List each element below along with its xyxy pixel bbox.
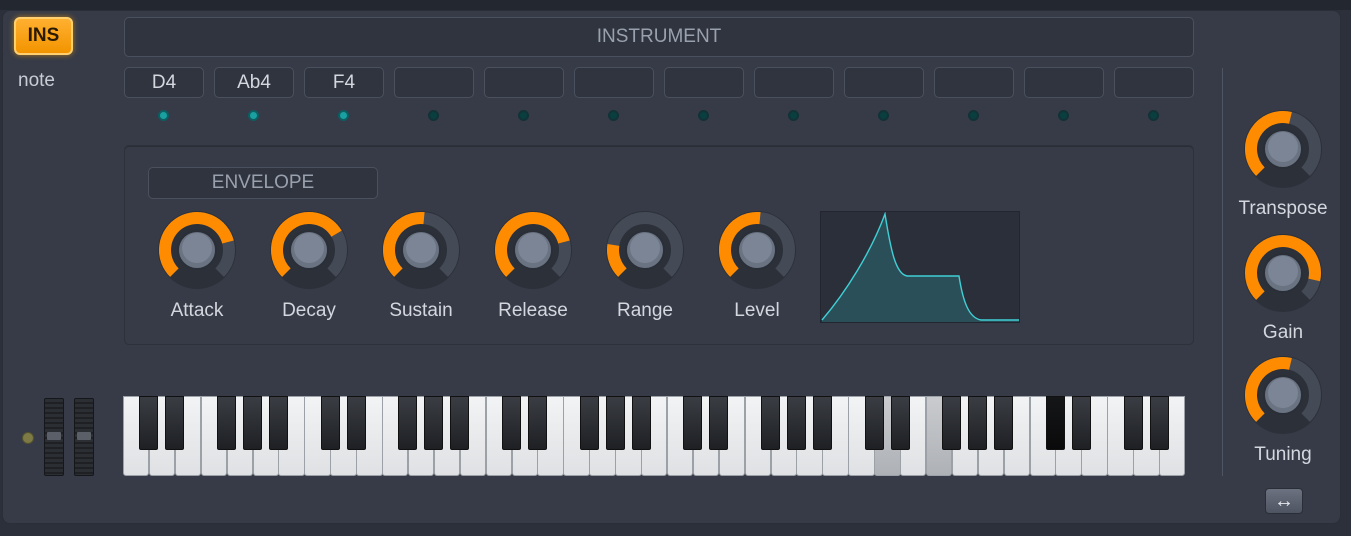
note-label: note bbox=[18, 70, 55, 91]
instrument-title: INSTRUMENT bbox=[124, 17, 1194, 57]
note-slot-5[interactable] bbox=[484, 67, 564, 98]
black-key[interactable] bbox=[398, 396, 418, 450]
black-key[interactable] bbox=[683, 396, 703, 450]
decay-knob[interactable] bbox=[267, 208, 351, 292]
swap-button[interactable]: ↔ bbox=[1265, 488, 1303, 514]
black-key[interactable] bbox=[346, 396, 366, 450]
black-key[interactable] bbox=[890, 396, 910, 450]
midi-indicator-led bbox=[22, 432, 34, 444]
black-key[interactable] bbox=[527, 396, 547, 450]
note-slot-6[interactable] bbox=[574, 67, 654, 98]
note-slot-2[interactable]: Ab4 bbox=[214, 67, 294, 98]
black-key[interactable] bbox=[994, 396, 1014, 450]
side-separator bbox=[1222, 68, 1223, 476]
tuning-knob[interactable] bbox=[1241, 353, 1325, 437]
black-key[interactable] bbox=[1149, 396, 1169, 450]
note-slot-led-5 bbox=[518, 110, 529, 121]
mod-wheel[interactable] bbox=[74, 398, 94, 476]
note-slot-8[interactable] bbox=[754, 67, 834, 98]
note-slot-12[interactable] bbox=[1114, 67, 1194, 98]
black-key[interactable] bbox=[165, 396, 185, 450]
black-key[interactable] bbox=[320, 396, 340, 450]
release-knob[interactable] bbox=[491, 208, 575, 292]
note-slot-9[interactable] bbox=[844, 67, 924, 98]
note-slot-led-9 bbox=[878, 110, 889, 121]
top-divider bbox=[0, 0, 1351, 10]
black-key[interactable] bbox=[1123, 396, 1143, 450]
black-key[interactable] bbox=[864, 396, 884, 450]
level-knob[interactable] bbox=[715, 208, 799, 292]
note-slot-led-3 bbox=[338, 110, 349, 121]
release-label: Release bbox=[498, 300, 568, 321]
note-slot-led-12 bbox=[1148, 110, 1159, 121]
gain-label: Gain bbox=[1262, 322, 1304, 343]
black-key[interactable] bbox=[1071, 396, 1091, 450]
black-key[interactable] bbox=[243, 396, 262, 450]
pitch-wheel[interactable] bbox=[44, 398, 64, 476]
black-key[interactable] bbox=[812, 396, 832, 450]
black-key[interactable] bbox=[631, 396, 651, 450]
black-key[interactable] bbox=[139, 396, 159, 450]
note-slot-7[interactable] bbox=[664, 67, 744, 98]
note-slot-4[interactable] bbox=[394, 67, 474, 98]
note-slot-led-2 bbox=[248, 110, 259, 121]
black-key[interactable] bbox=[268, 396, 288, 450]
sustain-label: Sustain bbox=[389, 300, 453, 321]
note-slot-1[interactable]: D4 bbox=[124, 67, 204, 98]
note-slot-led-11 bbox=[1058, 110, 1069, 121]
range-label: Range bbox=[617, 300, 673, 321]
black-key[interactable] bbox=[786, 396, 806, 450]
note-slot-3[interactable]: F4 bbox=[304, 67, 384, 98]
level-label: Level bbox=[734, 300, 780, 321]
black-key[interactable] bbox=[450, 396, 470, 450]
note-slot-led-1 bbox=[158, 110, 169, 121]
gain-knob[interactable] bbox=[1241, 231, 1325, 315]
envelope-graph bbox=[820, 211, 1020, 323]
envelope-curve bbox=[821, 211, 1019, 322]
black-key[interactable] bbox=[942, 396, 962, 450]
tuning-label: Tuning bbox=[1254, 444, 1312, 465]
black-key[interactable] bbox=[424, 396, 444, 450]
attack-label: Attack bbox=[170, 300, 224, 321]
note-slot-led-6 bbox=[608, 110, 619, 121]
note-slot-led-8 bbox=[788, 110, 799, 121]
note-slot-led-10 bbox=[968, 110, 979, 121]
attack-knob[interactable] bbox=[155, 208, 239, 292]
black-key[interactable] bbox=[761, 396, 781, 450]
transpose-knob[interactable] bbox=[1241, 107, 1325, 191]
note-slot-11[interactable] bbox=[1024, 67, 1104, 98]
black-key[interactable] bbox=[217, 396, 237, 450]
decay-label: Decay bbox=[282, 300, 336, 321]
black-key[interactable] bbox=[502, 396, 522, 450]
black-key[interactable] bbox=[1045, 396, 1065, 450]
note-slot-10[interactable] bbox=[934, 67, 1014, 98]
ins-toggle-button[interactable]: INS bbox=[14, 17, 73, 55]
piano-keyboard[interactable] bbox=[123, 396, 1186, 476]
black-key[interactable] bbox=[605, 396, 625, 450]
envelope-title: ENVELOPE bbox=[148, 167, 378, 199]
sustain-knob[interactable] bbox=[379, 208, 463, 292]
black-key[interactable] bbox=[968, 396, 988, 450]
range-knob[interactable] bbox=[603, 208, 687, 292]
black-key[interactable] bbox=[709, 396, 729, 450]
transpose-label: Transpose bbox=[1238, 198, 1328, 219]
note-slot-led-7 bbox=[698, 110, 709, 121]
black-key[interactable] bbox=[579, 396, 599, 450]
note-slot-led-4 bbox=[428, 110, 439, 121]
left-right-arrow-icon: ↔ bbox=[1274, 489, 1294, 512]
